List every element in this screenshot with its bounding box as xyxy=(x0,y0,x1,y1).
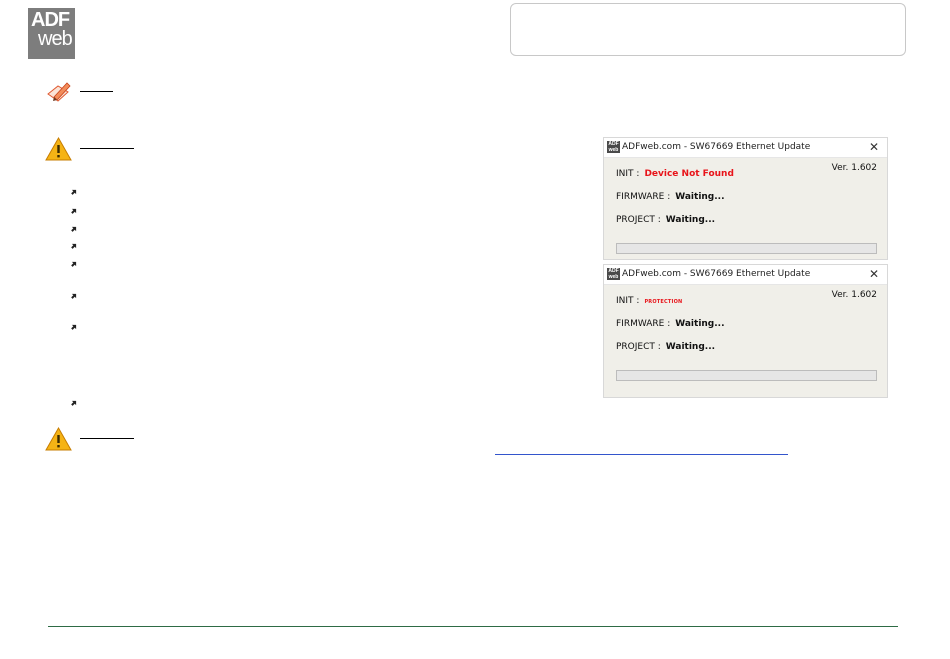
init-status-row: INIT : Device Not Found xyxy=(616,169,734,179)
version-label: Ver. 1.602 xyxy=(831,163,877,173)
firmware-status-row: FIRMWARE : Waiting... xyxy=(616,319,725,329)
warning-triangle-icon xyxy=(45,137,72,161)
dialog-titlebar[interactable]: ADF web ADFweb.com - SW67669 Ethernet Upd… xyxy=(604,138,887,158)
logo-text-web: web xyxy=(38,28,73,50)
ethernet-update-dialog-protection: ADF web ADFweb.com - SW67669 Ethernet Upd… xyxy=(603,264,888,398)
update-progress-bar xyxy=(616,243,877,254)
firmware-label: FIRMWARE : xyxy=(616,192,671,202)
project-status-row: PROJECT : Waiting... xyxy=(616,215,715,225)
init-status-row: INIT : PROTECTION xyxy=(616,296,682,306)
arrow-bullet-icon xyxy=(71,400,77,406)
hyperlink-underline[interactable] xyxy=(495,454,788,455)
project-label: PROJECT : xyxy=(616,215,661,225)
arrow-bullet-icon xyxy=(71,208,77,214)
warning-triangle-icon xyxy=(45,427,72,451)
note-heading-underline xyxy=(80,91,113,92)
dialog-titlebar[interactable]: ADF web ADFweb.com - SW67669 Ethernet Upd… xyxy=(604,265,887,285)
project-label: PROJECT : xyxy=(616,342,661,352)
firmware-status-value: Waiting... xyxy=(675,319,725,329)
arrow-bullet-icon xyxy=(71,189,77,195)
adfweb-app-icon: ADF web xyxy=(607,141,620,153)
dialog-title: ADFweb.com - SW67669 Ethernet Update xyxy=(622,269,811,279)
adfweb-logo: ADF web xyxy=(28,8,75,59)
ethernet-update-dialog-device-not-found: ADF web ADFweb.com - SW67669 Ethernet Upd… xyxy=(603,137,888,260)
adfweb-app-icon: ADF web xyxy=(607,268,620,280)
arrow-bullet-icon xyxy=(71,243,77,249)
firmware-label: FIRMWARE : xyxy=(616,319,671,329)
update-progress-bar xyxy=(616,370,877,381)
dialog-title: ADFweb.com - SW67669 Ethernet Update xyxy=(622,142,811,152)
init-status-value: PROTECTION xyxy=(644,299,683,305)
warning-heading-underline xyxy=(80,148,134,149)
arrow-bullet-icon xyxy=(71,324,77,330)
close-icon[interactable]: ✕ xyxy=(869,140,879,154)
arrow-bullet-icon xyxy=(71,226,77,232)
version-label: Ver. 1.602 xyxy=(831,290,877,300)
firmware-status-row: FIRMWARE : Waiting... xyxy=(616,192,725,202)
arrow-bullet-icon xyxy=(71,293,77,299)
project-status-row: PROJECT : Waiting... xyxy=(616,342,715,352)
init-status-value: Device Not Found xyxy=(644,169,734,179)
pencil-note-icon xyxy=(47,82,71,102)
warning-heading-underline xyxy=(80,438,134,439)
firmware-status-value: Waiting... xyxy=(675,192,725,202)
logo-text-adf: ADF xyxy=(31,9,70,31)
footer-rule xyxy=(48,626,898,627)
project-status-value: Waiting... xyxy=(665,342,716,352)
close-icon[interactable]: ✕ xyxy=(869,267,879,281)
header-title-box xyxy=(510,3,906,56)
init-label: INIT : xyxy=(616,296,640,306)
arrow-bullet-icon xyxy=(71,261,77,267)
init-label: INIT : xyxy=(616,169,640,179)
project-status-value: Waiting... xyxy=(665,215,716,225)
